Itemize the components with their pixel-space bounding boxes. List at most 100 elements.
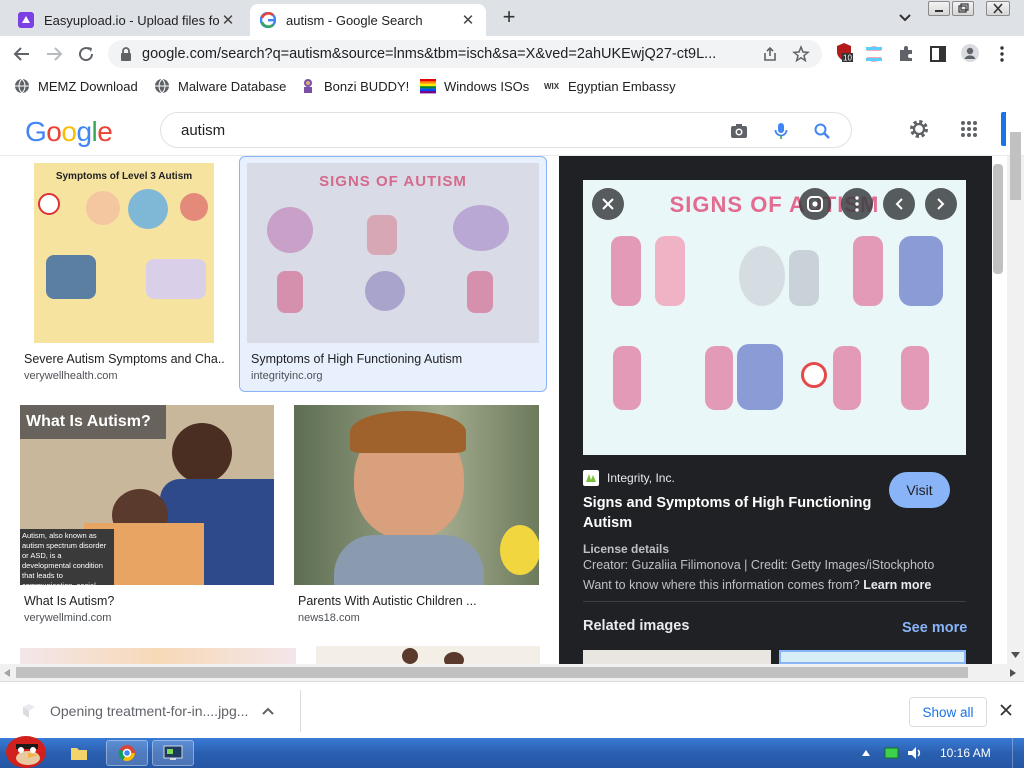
settings-gear-icon[interactable] (908, 118, 930, 140)
bookmark-egyptian-embassy[interactable]: WIX Egyptian Embassy (544, 76, 676, 96)
angry-bird-start-icon[interactable] (2, 728, 48, 768)
address-bar[interactable]: google.com/search?q=autism&source=lnms&t… (108, 40, 822, 68)
page-scrollbar-thumb[interactable] (1010, 132, 1021, 200)
scroll-down-arrow-icon[interactable] (1011, 652, 1020, 658)
tab-search-chevron-icon[interactable] (896, 8, 914, 26)
result-card-news18[interactable]: Parents With Autistic Children ... news1… (290, 404, 550, 634)
license-details-heading[interactable]: License details (583, 542, 669, 556)
info-source-question: Want to know where this information come… (583, 578, 931, 592)
close-download-shelf-icon[interactable] (1000, 704, 1012, 716)
microphone-icon[interactable] (772, 122, 790, 140)
horizontal-scrollbar-thumb[interactable] (16, 667, 968, 678)
search-input[interactable]: autism (181, 122, 225, 139)
download-item[interactable]: Opening treatment-for-in....jpg... (20, 702, 275, 720)
result-caption[interactable]: Severe Autism Symptoms and Cha... (24, 352, 224, 366)
panel-scrollbar-thumb[interactable] (993, 164, 1003, 274)
google-logo[interactable]: Google (25, 116, 113, 148)
result-site[interactable]: news18.com (298, 612, 360, 624)
flag-extension-icon[interactable] (864, 44, 884, 64)
tab-easyupload[interactable]: Easyupload.io - Upload files fo ✕ (8, 4, 246, 36)
taskbar-explorer-button[interactable] (62, 740, 96, 766)
more-options-button[interactable] (841, 188, 873, 220)
source-site[interactable]: Integrity, Inc. (583, 470, 675, 486)
horizontal-scrollbar[interactable] (0, 664, 1024, 681)
arrow-left-icon (13, 47, 29, 61)
result-thumbnail[interactable]: What Is Autism? Autism, also known as au… (20, 405, 274, 585)
show-all-downloads-button[interactable]: Show all (909, 697, 987, 727)
related-image-thumbnail[interactable] (779, 650, 966, 664)
taskbar-console-button[interactable] (152, 740, 194, 766)
back-button[interactable] (10, 42, 34, 66)
result-site[interactable]: verywellhealth.com (24, 370, 118, 382)
lock-icon[interactable] (120, 47, 132, 61)
battery-icon[interactable] (884, 746, 900, 760)
result-card-verywellhealth[interactable]: Symptoms of Level 3 Autism Severe Autism… (0, 156, 238, 392)
bookmark-star-icon[interactable] (792, 45, 810, 63)
volume-icon[interactable] (906, 745, 924, 761)
see-more-link[interactable]: See more (902, 620, 967, 636)
result-thumbnail-partial[interactable] (316, 646, 540, 664)
result-thumbnail-partial[interactable] (20, 648, 296, 664)
bookmark-memz-download[interactable]: MEMZ Download (14, 76, 138, 96)
tab-title: autism - Google Search (286, 12, 423, 28)
taskbar-chrome-button[interactable] (106, 740, 148, 766)
scroll-left-arrow-icon[interactable] (4, 669, 10, 677)
bookmark-malware-database[interactable]: Malware Database (154, 76, 286, 96)
related-image-thumbnail[interactable] (583, 650, 771, 664)
result-card-verywellmind[interactable]: What Is Autism? Autism, also known as au… (0, 404, 280, 634)
preview-image[interactable]: SIGNS OF AUTISM (583, 180, 966, 455)
close-window-button[interactable] (986, 1, 1010, 16)
more-menu-icon[interactable] (992, 44, 1012, 64)
chevron-up-icon[interactable] (262, 707, 275, 715)
lens-search-button[interactable] (799, 188, 831, 220)
close-preview-button[interactable] (592, 188, 624, 220)
result-caption[interactable]: Parents With Autistic Children ... (298, 594, 538, 608)
profile-avatar-icon[interactable] (960, 43, 980, 63)
result-caption[interactable]: What Is Autism? (24, 594, 264, 608)
visit-button[interactable]: Visit (889, 472, 950, 508)
reload-button[interactable] (74, 42, 98, 66)
camera-search-icon[interactable] (730, 122, 748, 140)
result-thumbnail[interactable]: Symptoms of Level 3 Autism (34, 163, 214, 343)
share-icon[interactable] (762, 46, 778, 62)
apps-grid-icon[interactable] (960, 120, 978, 138)
bookmark-label: Windows ISOs (444, 78, 530, 94)
shield-extension-icon[interactable]: 10 (834, 42, 854, 62)
result-card-integrityinc[interactable]: SIGNS OF AUTISM Symptoms of High Functio… (239, 156, 547, 392)
bookmark-windows-isos[interactable]: Windows ISOs (420, 76, 529, 96)
result-thumbnail[interactable] (294, 405, 539, 585)
search-box[interactable]: autism (160, 112, 852, 148)
folder-icon (71, 748, 87, 760)
result-site[interactable]: verywellmind.com (24, 612, 111, 624)
previous-image-button[interactable] (883, 188, 915, 220)
clock[interactable]: 10:16 AM (940, 746, 991, 760)
chevron-right-icon (937, 198, 945, 210)
next-image-button[interactable] (925, 188, 957, 220)
minimize-window-button[interactable] (928, 1, 950, 16)
scroll-right-arrow-icon[interactable] (1010, 669, 1016, 677)
sign-in-button-edge[interactable] (1001, 112, 1006, 146)
result-thumbnail[interactable]: SIGNS OF AUTISM (247, 163, 539, 343)
url-text[interactable]: google.com/search?q=autism&source=lnms&t… (142, 46, 764, 62)
result-caption[interactable]: Symptoms of High Functioning Autism (251, 352, 531, 366)
learn-more-link[interactable]: Learn more (863, 578, 931, 592)
tray-expand-icon[interactable] (862, 750, 870, 756)
forward-button[interactable] (42, 42, 66, 66)
new-tab-button[interactable]: + (498, 6, 520, 28)
restore-window-button[interactable] (952, 1, 974, 16)
tab-close-icon[interactable]: ✕ (220, 11, 236, 29)
search-icon[interactable] (813, 122, 831, 140)
lens-icon (807, 196, 823, 212)
tab-google-search[interactable]: autism - Google Search ✕ (250, 4, 486, 36)
close-icon (993, 3, 1003, 14)
extensions-puzzle-icon[interactable] (896, 44, 916, 64)
download-spinner-icon (23, 704, 35, 718)
page-scrollbar-track[interactable] (1007, 132, 1024, 664)
side-panel-icon[interactable] (928, 44, 948, 64)
bookmark-bonzi-buddy[interactable]: Bonzi BUDDY! (300, 76, 409, 96)
preview-title[interactable]: Signs and Symptoms of High Functioning A… (583, 493, 873, 533)
show-desktop-button[interactable] (1012, 738, 1024, 768)
tab-close-icon[interactable]: ✕ (460, 11, 476, 29)
result-site[interactable]: integrityinc.org (251, 370, 323, 382)
svg-text:WIX: WIX (544, 82, 560, 91)
